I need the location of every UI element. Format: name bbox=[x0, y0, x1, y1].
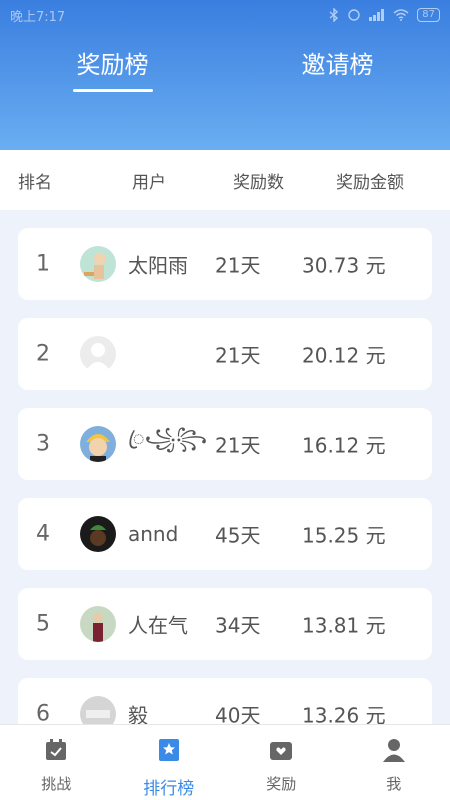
avatar bbox=[80, 606, 116, 642]
reward-amount: 16.12 元 bbox=[302, 433, 386, 458]
status-bar: 晚上7:17 87 bbox=[0, 0, 450, 30]
tab-invite-ranking[interactable]: 邀请榜 bbox=[225, 40, 450, 94]
header: 晚上7:17 87 奖励榜 邀请榜 bbox=[0, 0, 450, 150]
nav-label: 我 bbox=[386, 775, 402, 793]
reward-days: 21天 bbox=[215, 343, 261, 368]
rank-number: 4 bbox=[36, 521, 50, 547]
nav-label: 排行榜 bbox=[143, 779, 195, 799]
column-reward-amount: 奖励金额 bbox=[336, 172, 404, 193]
person-icon bbox=[382, 739, 405, 762]
reward-amount: 13.81 元 bbox=[302, 613, 386, 638]
tab-bar: 奖励榜 邀请榜 bbox=[0, 40, 450, 94]
bottom-nav: 挑战 排行榜 奖励 我 bbox=[0, 724, 450, 800]
rank-number: 3 bbox=[36, 431, 50, 457]
star-bookmark-icon bbox=[158, 739, 179, 761]
user-name: annd bbox=[128, 522, 179, 546]
status-icons: 87 bbox=[329, 8, 440, 22]
ranking-list: 1 太阳雨 21天 30.73 元 2 21天 20.12 元 3 ꦿ꧁꧂ 21… bbox=[18, 228, 432, 768]
rank-number: 1 bbox=[36, 251, 50, 277]
column-headers: 排名 用户 奖励数 奖励金额 bbox=[0, 150, 450, 210]
column-rank: 排名 bbox=[18, 172, 52, 193]
avatar bbox=[80, 426, 116, 462]
status-time: 晚上7:17 bbox=[10, 9, 66, 25]
user-name: ꦿ꧁꧂ bbox=[128, 426, 206, 450]
nav-me[interactable]: 我 bbox=[338, 725, 450, 800]
ranking-row[interactable]: 1 太阳雨 21天 30.73 元 bbox=[18, 228, 432, 300]
rank-number: 2 bbox=[36, 341, 50, 367]
wallet-heart-icon bbox=[270, 742, 293, 760]
ranking-row[interactable]: 4 annd 45天 15.25 元 bbox=[18, 498, 432, 570]
reward-amount: 20.12 元 bbox=[302, 343, 386, 368]
calendar-check-icon bbox=[46, 739, 67, 760]
nav-label: 奖励 bbox=[266, 775, 297, 793]
column-reward-count: 奖励数 bbox=[233, 172, 284, 193]
ranking-row[interactable]: 2 21天 20.12 元 bbox=[18, 318, 432, 390]
rank-number: 5 bbox=[36, 611, 50, 637]
signal-icon bbox=[369, 9, 385, 21]
avatar bbox=[80, 246, 116, 282]
nav-rewards[interactable]: 奖励 bbox=[225, 725, 338, 800]
avatar bbox=[80, 516, 116, 552]
ranking-row[interactable]: 3 ꦿ꧁꧂ 21天 16.12 元 bbox=[18, 408, 432, 480]
tab-reward-ranking[interactable]: 奖励榜 bbox=[0, 40, 225, 94]
reward-days: 34天 bbox=[215, 613, 261, 638]
ranking-row[interactable]: 5 人在气 34天 13.81 元 bbox=[18, 588, 432, 660]
column-user: 用户 bbox=[132, 172, 166, 193]
bluetooth-icon bbox=[329, 8, 339, 22]
battery-indicator: 87 bbox=[417, 8, 440, 22]
avatar bbox=[80, 336, 116, 372]
nav-ranking[interactable]: 排行榜 bbox=[113, 725, 226, 800]
user-name: 人在气 bbox=[128, 613, 188, 638]
wifi-icon bbox=[393, 9, 409, 21]
reward-days: 21天 bbox=[215, 433, 261, 458]
nav-challenge[interactable]: 挑战 bbox=[0, 725, 113, 800]
alarm-icon bbox=[348, 9, 360, 21]
reward-days: 45天 bbox=[215, 523, 261, 548]
rank-number: 6 bbox=[36, 701, 50, 727]
reward-amount: 15.25 元 bbox=[302, 523, 386, 548]
nav-label: 挑战 bbox=[41, 775, 72, 793]
reward-days: 21天 bbox=[215, 253, 261, 278]
user-name: 太阳雨 bbox=[128, 253, 188, 278]
reward-amount: 30.73 元 bbox=[302, 253, 386, 278]
